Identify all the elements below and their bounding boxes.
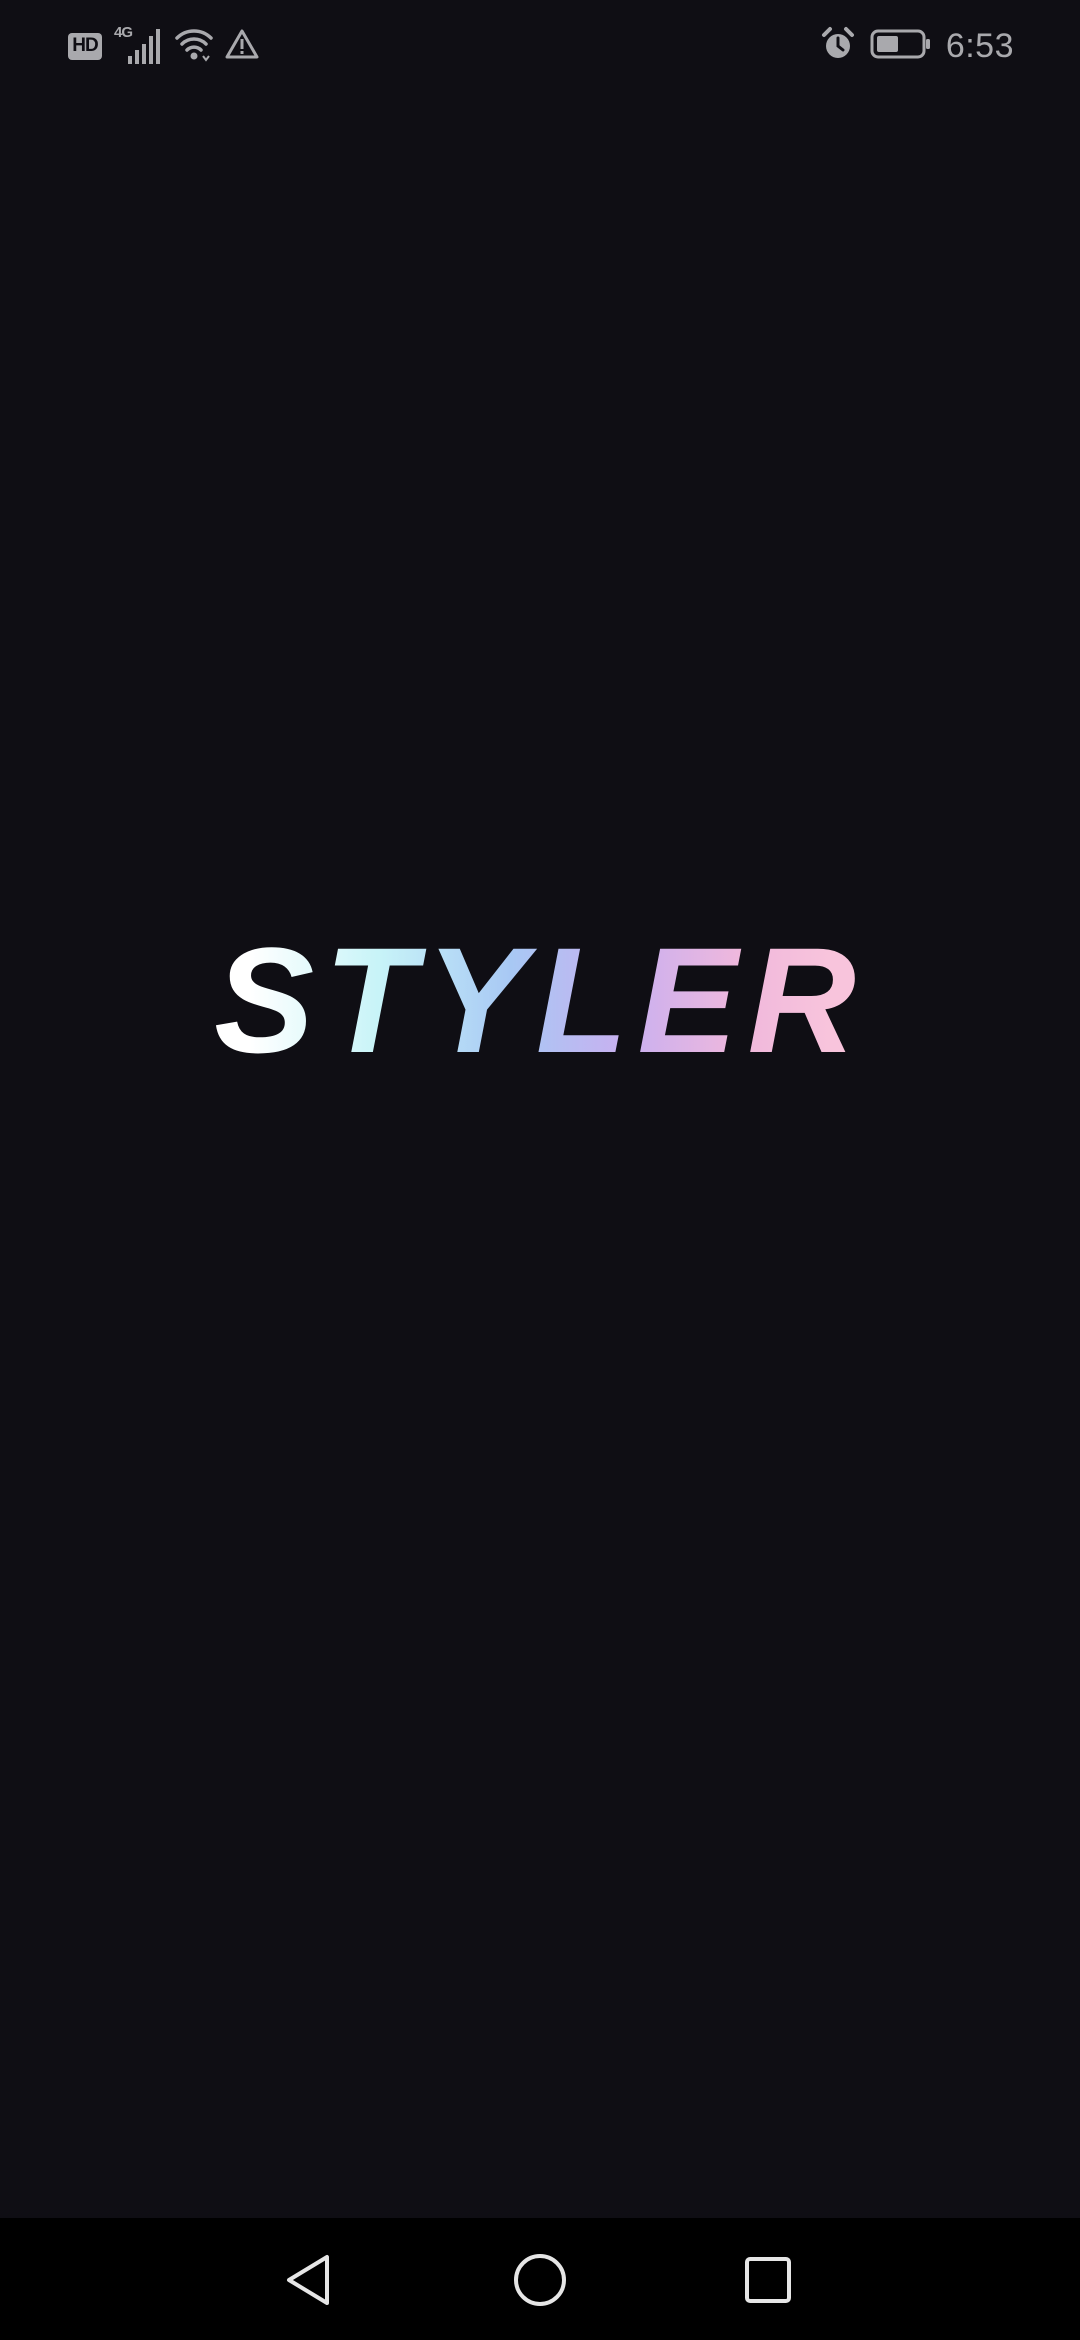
hd-icon: HD: [68, 32, 102, 60]
back-icon: [287, 2255, 329, 2305]
app-logo: STYLER: [0, 916, 1080, 1084]
wifi-icon: [174, 26, 214, 67]
home-button[interactable]: [510, 2250, 570, 2310]
app-logo-text: STYLER: [214, 930, 866, 1070]
alarm-icon: [820, 26, 856, 67]
warning-icon: [224, 28, 260, 65]
recents-button[interactable]: [738, 2250, 798, 2310]
status-time: 6:53: [945, 26, 1014, 65]
status-bar: HD 4G 6:53: [0, 0, 1080, 92]
splash-screen: HD 4G 6:53 STYLER: [0, 0, 1080, 2340]
system-nav-bar: [0, 2218, 1080, 2340]
recents-icon: [745, 2257, 791, 2303]
battery-icon: [870, 28, 932, 65]
home-icon: [514, 2254, 566, 2306]
back-button[interactable]: [279, 2250, 339, 2310]
battery-level-fill: [876, 35, 898, 52]
status-bar-left: HD 4G: [68, 24, 260, 67]
signal-icon: 4G: [112, 24, 164, 66]
status-bar-right: 6:53: [820, 24, 1014, 68]
